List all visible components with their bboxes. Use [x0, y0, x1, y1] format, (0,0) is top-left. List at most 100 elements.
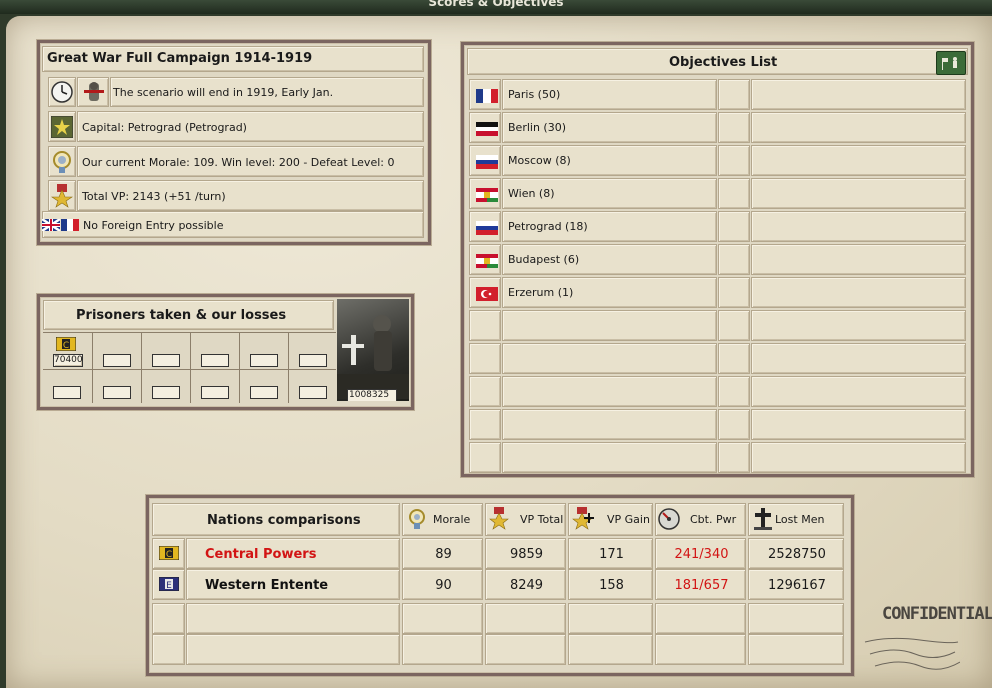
- capital-text: Capital: Petrograd (Petrograd): [82, 121, 247, 134]
- objective-flag-cell: [469, 277, 501, 308]
- objective-owner-cell: [751, 376, 966, 407]
- vp-gain-medal-icon: [572, 507, 594, 530]
- foreign-entry-text: No Foreign Entry possible: [83, 219, 224, 232]
- nation-cbt-pwr-cell: [655, 603, 746, 634]
- objective-name-cell: Petrograd (18): [502, 211, 717, 242]
- empty-value-box: [53, 386, 81, 399]
- empty-value-box: [299, 386, 327, 399]
- objective-row-empty: [467, 309, 968, 342]
- objective-flag-cell: [469, 178, 501, 209]
- nation-row[interactable]: E Western Entente 90 8249 158 181/657 1296167: [152, 569, 846, 600]
- objective-flag-cell: [469, 112, 501, 143]
- losses-portrait: 1008325: [337, 299, 409, 401]
- russia-flag-icon: [476, 221, 498, 235]
- objective-owner-cell: [751, 145, 966, 176]
- svg-text:C: C: [63, 341, 69, 351]
- objective-row[interactable]: Budapest (6): [467, 243, 968, 276]
- col-vp-total-header: VP Total: [485, 503, 566, 536]
- austria-hungary-flag-icon: [476, 188, 498, 202]
- ottoman-flag-icon: [476, 287, 498, 301]
- objective-owner-cell: [751, 244, 966, 275]
- objective-status-cell: [718, 310, 750, 341]
- entente-badge-icon: E: [159, 577, 179, 591]
- objective-row[interactable]: Erzerum (1): [467, 276, 968, 309]
- nation-vp-gain-cell: [568, 634, 653, 665]
- objective-owner-cell: [751, 343, 966, 374]
- nation-row-empty: [152, 634, 846, 665]
- col-vp-gain-label: VP Gain: [607, 513, 650, 526]
- objectives-title: Objectives List: [669, 55, 778, 70]
- objective-name-cell: Berlin (30): [502, 112, 717, 143]
- objective-status-cell: [718, 145, 750, 176]
- objective-status-cell: [718, 112, 750, 143]
- nation-vp-total-value: 8249: [509, 578, 544, 593]
- objective-name-cell: [502, 442, 717, 473]
- austria-hungary-flag-icon: [476, 254, 498, 268]
- objective-row[interactable]: Berlin (30): [467, 111, 968, 144]
- nation-vp-gain-cell: [568, 603, 653, 634]
- empty-value-box: [201, 386, 229, 399]
- objective-row-empty: [467, 375, 968, 408]
- objective-status-cell: [718, 211, 750, 242]
- foreign-entry-cell: No Foreign Entry possible: [42, 211, 424, 238]
- nations-title: Nations comparisons: [207, 513, 361, 528]
- objective-status-cell: [718, 409, 750, 440]
- losses-value-box: 1008325: [347, 389, 397, 401]
- morale-text-cell: Our current Morale: 109. Win level: 200 …: [77, 146, 424, 177]
- scenario-title-cell: Great War Full Campaign 1914-1919: [42, 46, 424, 72]
- objective-flag-cell: [469, 409, 501, 440]
- objective-row[interactable]: Paris (50): [467, 78, 968, 111]
- objective-owner-cell: [751, 112, 966, 143]
- objective-flag-cell: [469, 244, 501, 275]
- nation-name-cell: [186, 634, 400, 665]
- objective-status-cell: [718, 376, 750, 407]
- objective-name: Berlin (30): [508, 121, 566, 134]
- window-title: Scores & Objectives: [428, 0, 564, 9]
- prisoners-title: Prisoners taken & our losses: [76, 308, 287, 323]
- nations-rows: C Central Powers 89 9859 171 241/340 2528750 E W…: [152, 538, 846, 668]
- objective-name-cell: [502, 310, 717, 341]
- objective-name: Petrograd (18): [508, 220, 588, 233]
- objective-flag-cell: [469, 343, 501, 374]
- objectives-list: Paris (50) Berlin (30) Moscow (8) Wien (8) P…: [467, 78, 968, 474]
- objective-flag-cell: [469, 310, 501, 341]
- objectives-map-button[interactable]: [936, 51, 966, 75]
- empty-value-box: [250, 386, 278, 399]
- nation-cbt-pwr-cell: 241/340: [655, 538, 746, 569]
- nation-name: Western Entente: [205, 578, 329, 593]
- col-cbt-pwr-header: Cbt. Pwr: [655, 503, 746, 536]
- nation-morale-cell: 90: [402, 569, 483, 600]
- nation-cbt-pwr-cell: 181/657: [655, 569, 746, 600]
- nation-row[interactable]: C Central Powers 89 9859 171 241/340 2528750: [152, 538, 846, 569]
- objectives-title-cell: Objectives List: [467, 48, 968, 75]
- nation-lost-men-value: 2528750: [768, 547, 826, 562]
- nation-name-cell: [186, 603, 400, 634]
- prisoners-title-cell: Prisoners taken & our losses: [43, 300, 334, 330]
- nation-vp-gain-value: 171: [599, 547, 624, 562]
- objective-status-cell: [718, 79, 750, 110]
- prisoners-taken-box: 70400: [53, 354, 83, 367]
- empty-value-box: [152, 354, 180, 367]
- russia-flag-icon: [476, 155, 498, 169]
- nation-vp-total-cell: [485, 603, 566, 634]
- nation-morale-cell: [402, 634, 483, 665]
- confidential-stamp: CONFIDENTIAL: [864, 600, 992, 680]
- nation-badge-cell: E: [152, 569, 185, 600]
- objective-row[interactable]: Petrograd (18): [467, 210, 968, 243]
- objective-row[interactable]: Wien (8): [467, 177, 968, 210]
- nation-vp-gain-cell: 158: [568, 569, 653, 600]
- scenario-title: Great War Full Campaign 1914-1919: [47, 51, 313, 66]
- objective-flag-cell: [469, 442, 501, 473]
- central-powers-badge-icon: C: [56, 337, 76, 351]
- nation-morale-value: 89: [435, 547, 452, 562]
- france-flag-icon: [476, 89, 498, 103]
- nation-morale-cell: 89: [402, 538, 483, 569]
- objective-row-empty: [467, 441, 968, 474]
- col-morale-header: Morale: [402, 503, 483, 536]
- objective-owner-cell: [751, 79, 966, 110]
- objective-flag-cell: [469, 376, 501, 407]
- objective-row[interactable]: Moscow (8): [467, 144, 968, 177]
- nation-cbt-pwr-value: 181/657: [674, 578, 729, 593]
- morale-medal-icon: [409, 509, 425, 529]
- uk-flag-icon: [42, 219, 60, 231]
